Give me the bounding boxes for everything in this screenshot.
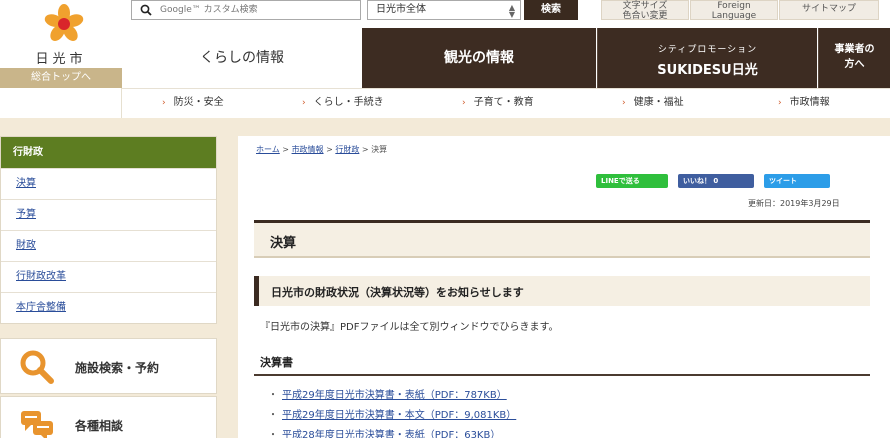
twitter-tweet-button[interactable]: ツイート [764, 174, 830, 188]
nav-city-promotion-title: SUKIDESU日光 [657, 63, 758, 78]
sidebar-item-budget[interactable]: 予算 [1, 199, 216, 230]
subnav-disaster-safety[interactable]: › 防災・安全 [162, 89, 224, 117]
nav-business[interactable]: 事業者の 方へ [818, 28, 890, 88]
breadcrumb-separator: > [323, 145, 336, 154]
search-box [131, 0, 361, 20]
search-scope-select[interactable]: 日光市全体 ▲ ▼ [367, 0, 521, 20]
subnav-childcare-education[interactable]: › 子育て・教育 [462, 89, 534, 117]
search-icon [140, 4, 152, 16]
nikko-flower-logo-icon [44, 4, 84, 41]
document-link[interactable]: 平成29年度日光市決算書・本文（PDF：9,081KB） [268, 406, 516, 426]
document-link[interactable]: 平成29年度日光市決算書・表紙（PDF：787KB） [268, 386, 516, 406]
logo-spacer [0, 88, 122, 118]
consultation-label: 各種相談 [75, 419, 124, 433]
breadcrumb-city-admin[interactable]: 市政情報 [292, 145, 324, 154]
nav-city-promotion[interactable]: シティプロモーション SUKIDESU日光 [597, 28, 817, 88]
sub-navigation: › 防災・安全 › くらし・手続き › 子育て・教育 › 健康・福祉 › 市政情報 [122, 88, 890, 118]
line-share-button[interactable]: LINEで送る [596, 174, 668, 188]
breadcrumb: ホーム > 市政情報 > 行財政 > 決算 [256, 144, 387, 155]
chevron-right-icon: › [162, 98, 166, 108]
chevron-right-icon: › [462, 98, 466, 108]
sidebar-menu: 行財政 決算 予算 財政 行財政改革 本庁舎整備 [0, 136, 217, 324]
sidebar-item-finance[interactable]: 財政 [1, 230, 216, 261]
breadcrumb-home[interactable]: ホーム [256, 145, 280, 154]
sitemap-link[interactable]: サイトマップ [779, 0, 879, 20]
chevron-right-icon: › [302, 98, 306, 108]
section-heading-box: 日光市の財政状況（決算状況等）をお知らせします [254, 276, 870, 306]
facebook-like-button[interactable]: いいね！ 0 [678, 174, 754, 188]
search-button[interactable]: 検索 [524, 0, 578, 20]
document-list: 平成29年度日光市決算書・表紙（PDF：787KB） 平成29年度日光市決算書・… [268, 386, 516, 438]
site-name: 日光市 [35, 52, 87, 67]
subnav-label: 子育て・教育 [473, 97, 534, 108]
subnav-living-procedures[interactable]: › くらし・手続き [302, 89, 384, 117]
consultation-link[interactable]: 各種相談 [0, 396, 217, 438]
breadcrumb-finance[interactable]: 行財政 [335, 145, 359, 154]
page: 日光市 総合トップへ 日光市全体 ▲▼ 検索 文字サイズ 色合い変更 Forei… [0, 0, 890, 438]
top-page-link[interactable]: 総合トップへ [0, 68, 122, 88]
search-scope-value: 日光市全体 [376, 4, 426, 15]
subnav-label: 市政情報 [789, 97, 830, 108]
sidebar-item-city-hall[interactable]: 本庁舎整備 [1, 292, 216, 323]
select-arrows-icon: ▲ ▼ [508, 3, 515, 19]
sidebar-item-settlement[interactable]: 決算 [1, 168, 216, 199]
updated-date: 更新日：2019年3月29日 [748, 199, 840, 208]
subnav-label: 防災・安全 [173, 97, 224, 108]
breadcrumb-separator: > [279, 145, 292, 154]
nav-living-info[interactable]: くらしの情報 [122, 28, 362, 88]
intro-text: 『日光市の決算』PDFファイルは全て別ウィンドウでひらきます。 [260, 322, 559, 333]
subsection-rule [254, 374, 870, 376]
search-input[interactable] [160, 3, 356, 17]
nav-city-promotion-caption: シティプロモーション [657, 45, 758, 55]
subnav-city-administration[interactable]: › 市政情報 [778, 89, 830, 117]
subnav-label: 健康・福祉 [633, 97, 684, 108]
page-title: 決算 [270, 236, 297, 251]
search-icon [20, 350, 54, 384]
sidebar-item-reform[interactable]: 行財政改革 [1, 261, 216, 292]
subsection-heading: 決算書 [260, 356, 293, 369]
speech-bubbles-icon [21, 411, 53, 438]
nav-tourism-info[interactable]: 観光の情報 [362, 28, 596, 88]
sidebar-title[interactable]: 行財政 [1, 137, 216, 168]
facility-search-label: 施設検索・予約 [75, 361, 160, 375]
document-link[interactable]: 平成28年度日光市決算書・表紙（PDF：63KB） [268, 426, 516, 438]
facility-search-link[interactable]: 施設検索・予約 [0, 338, 217, 394]
section-heading: 日光市の財政状況（決算状況等）をお知らせします [271, 286, 524, 299]
foreign-language-link[interactable]: Foreign Language [690, 0, 778, 21]
subnav-label: くらし・手続き [313, 97, 384, 108]
font-size-color-link[interactable]: 文字サイズ 色合い変更 [601, 0, 689, 21]
main-content: ホーム > 市政情報 > 行財政 > 決算 LINEで送る いいね！ 0 ツイー… [238, 136, 890, 438]
breadcrumb-current: 決算 [371, 145, 388, 154]
subnav-health-welfare[interactable]: › 健康・福祉 [622, 89, 684, 117]
site-header: 日光市 総合トップへ 日光市全体 ▲▼ 検索 文字サイズ 色合い変更 Forei… [0, 0, 890, 118]
chevron-right-icon: › [622, 98, 626, 108]
breadcrumb-separator: > [359, 145, 372, 154]
chevron-right-icon: › [778, 98, 782, 108]
page-title-box: 決算 [254, 220, 870, 258]
